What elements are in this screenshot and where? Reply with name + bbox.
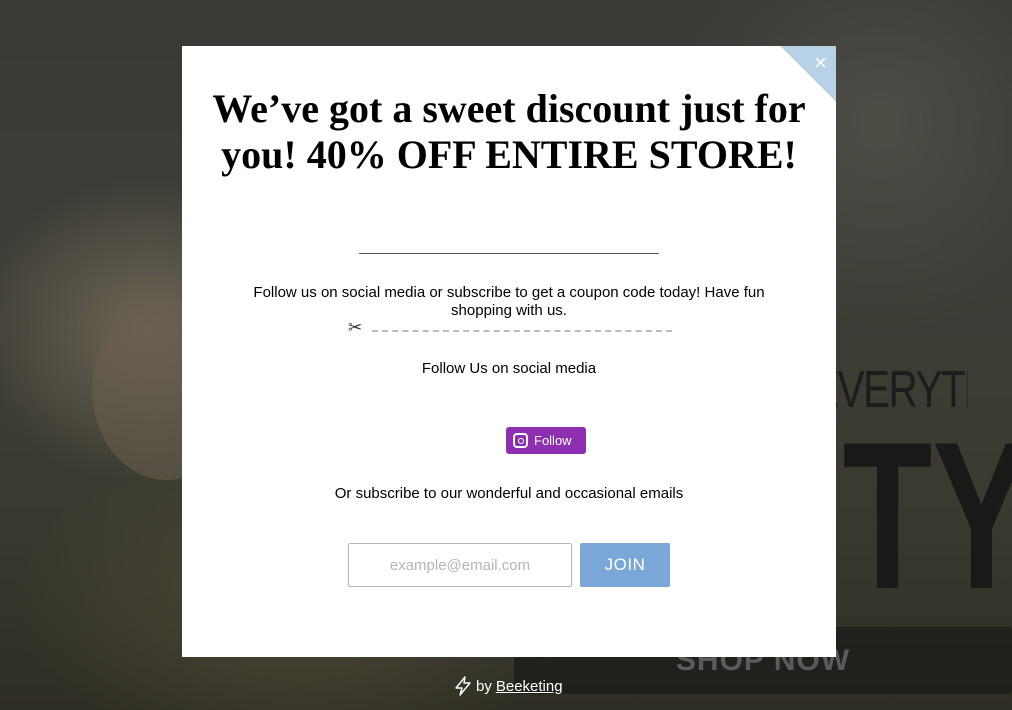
lightning-bolt-icon xyxy=(455,676,471,696)
follow-button-label: Follow xyxy=(534,433,572,448)
beeketing-link[interactable]: Beeketing xyxy=(496,678,563,695)
background-hero-word: TY xyxy=(842,418,1012,613)
email-input[interactable] xyxy=(348,543,572,587)
social-follow-label: Follow Us on social media xyxy=(421,360,597,377)
instagram-icon xyxy=(513,433,528,448)
popup-headline: We’ve got a sweet discount just for you!… xyxy=(212,86,806,177)
coupon-cut-line: ✂ xyxy=(348,318,672,337)
discount-popup: × We’ve got a sweet discount just for yo… xyxy=(182,46,836,657)
credit-by-text: by xyxy=(476,677,492,695)
join-button[interactable]: JOIN xyxy=(580,543,670,587)
powered-by-credit: by Beeketing xyxy=(452,675,563,697)
subscribe-label: Or subscribe to our wonderful and occasi… xyxy=(334,485,684,502)
close-icon[interactable]: × xyxy=(814,50,827,76)
popup-intro-text: Follow us on social media or subscribe t… xyxy=(253,284,765,319)
instagram-follow-button[interactable]: Follow xyxy=(506,427,586,454)
headline-divider xyxy=(359,253,659,254)
dashed-line xyxy=(372,330,672,332)
scissors-icon: ✂ xyxy=(348,318,363,337)
